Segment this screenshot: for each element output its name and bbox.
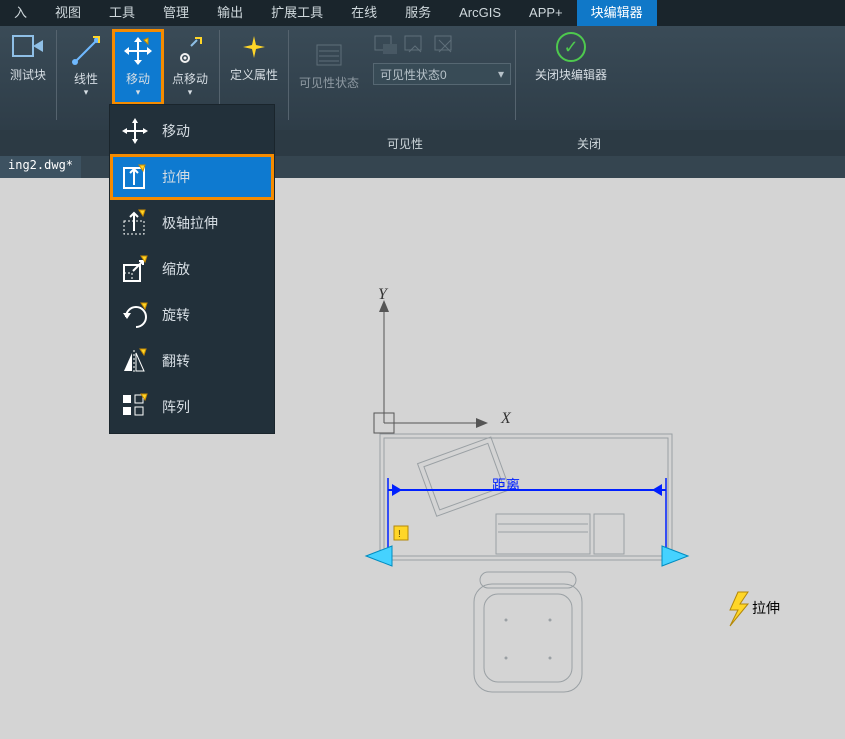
menu-view[interactable]: 视图: [41, 0, 95, 26]
array-icon: [120, 392, 150, 422]
visibility-state-button: 可见性状态: [293, 34, 365, 90]
chevron-down-icon: ▾: [188, 88, 193, 96]
menu-ext[interactable]: 扩展工具: [257, 0, 337, 26]
menu-app[interactable]: APP+: [515, 0, 577, 26]
flip-icon: [120, 346, 150, 376]
point-move-icon: [173, 34, 207, 68]
point-move-button[interactable]: 点移动 ▾: [165, 30, 215, 104]
menu-arcgis[interactable]: ArcGIS: [445, 0, 515, 26]
chevron-down-icon: ▾: [136, 88, 141, 96]
polar-stretch-icon: [120, 208, 150, 238]
dd-item-move[interactable]: 移动: [110, 108, 274, 154]
define-attribute-button[interactable]: 定义属性: [224, 26, 284, 100]
dd-item-flip[interactable]: 翻转: [110, 338, 274, 384]
dd-item-array[interactable]: 阵列: [110, 384, 274, 430]
menu-bar: 入 视图 工具 管理 输出 扩展工具 在线 服务 ArcGIS APP+ 块编辑…: [0, 0, 845, 26]
panel-label-close: 关闭: [534, 130, 644, 156]
visibility-dropdown[interactable]: 可见性状态0 ▾: [373, 63, 511, 85]
dd-item-stretch[interactable]: 拉伸: [110, 154, 274, 200]
linear-icon: [69, 34, 103, 68]
panel-label-visibility: 可见性: [277, 130, 533, 156]
vis-icon-2: [403, 34, 429, 59]
move-icon: [120, 116, 150, 146]
move-dropdown-menu: 移动 拉伸 极轴拉伸 缩放 旋转 翻转 阵列: [109, 104, 275, 434]
stretch-icon: [120, 162, 150, 192]
rotate-icon: [120, 300, 150, 330]
dd-item-scale[interactable]: 缩放: [110, 246, 274, 292]
linear-param-button[interactable]: 线性 ▾: [61, 30, 111, 104]
test-block-button[interactable]: 测试块: [0, 26, 58, 100]
check-circle-icon: ✓: [554, 30, 588, 64]
menu-blockeditor[interactable]: 块编辑器: [577, 0, 657, 26]
dd-item-rotate[interactable]: 旋转: [110, 292, 274, 338]
dd-item-polar-stretch[interactable]: 极轴拉伸: [110, 200, 274, 246]
menu-manage[interactable]: 管理: [149, 0, 203, 26]
menu-tools[interactable]: 工具: [95, 0, 149, 26]
test-block-icon: [11, 30, 45, 64]
list-icon: [312, 38, 346, 72]
menu-online[interactable]: 在线: [337, 0, 391, 26]
axis-label-x: X: [501, 410, 511, 428]
vis-icon-3: [433, 34, 459, 59]
sparkle-icon: [237, 30, 271, 64]
svg-text:!: !: [398, 529, 401, 540]
axis-label-y: Y: [378, 286, 387, 304]
menu-service[interactable]: 服务: [391, 0, 445, 26]
chevron-down-icon: ▾: [498, 67, 504, 81]
chevron-down-icon: ▾: [84, 88, 89, 96]
menu-insert[interactable]: 入: [0, 0, 41, 26]
dimension-label: 距离: [492, 475, 520, 495]
menu-output[interactable]: 输出: [203, 0, 257, 26]
scale-icon: [120, 254, 150, 284]
vis-icon-1: [373, 34, 399, 59]
close-block-editor-button[interactable]: ✓ 关闭块编辑器: [521, 26, 621, 100]
move-icon: [121, 34, 155, 68]
action-tooltip: 拉伸: [752, 598, 780, 618]
move-action-button[interactable]: 移动 ▾: [113, 30, 163, 104]
document-tab[interactable]: ing2.dwg*: [0, 156, 81, 178]
